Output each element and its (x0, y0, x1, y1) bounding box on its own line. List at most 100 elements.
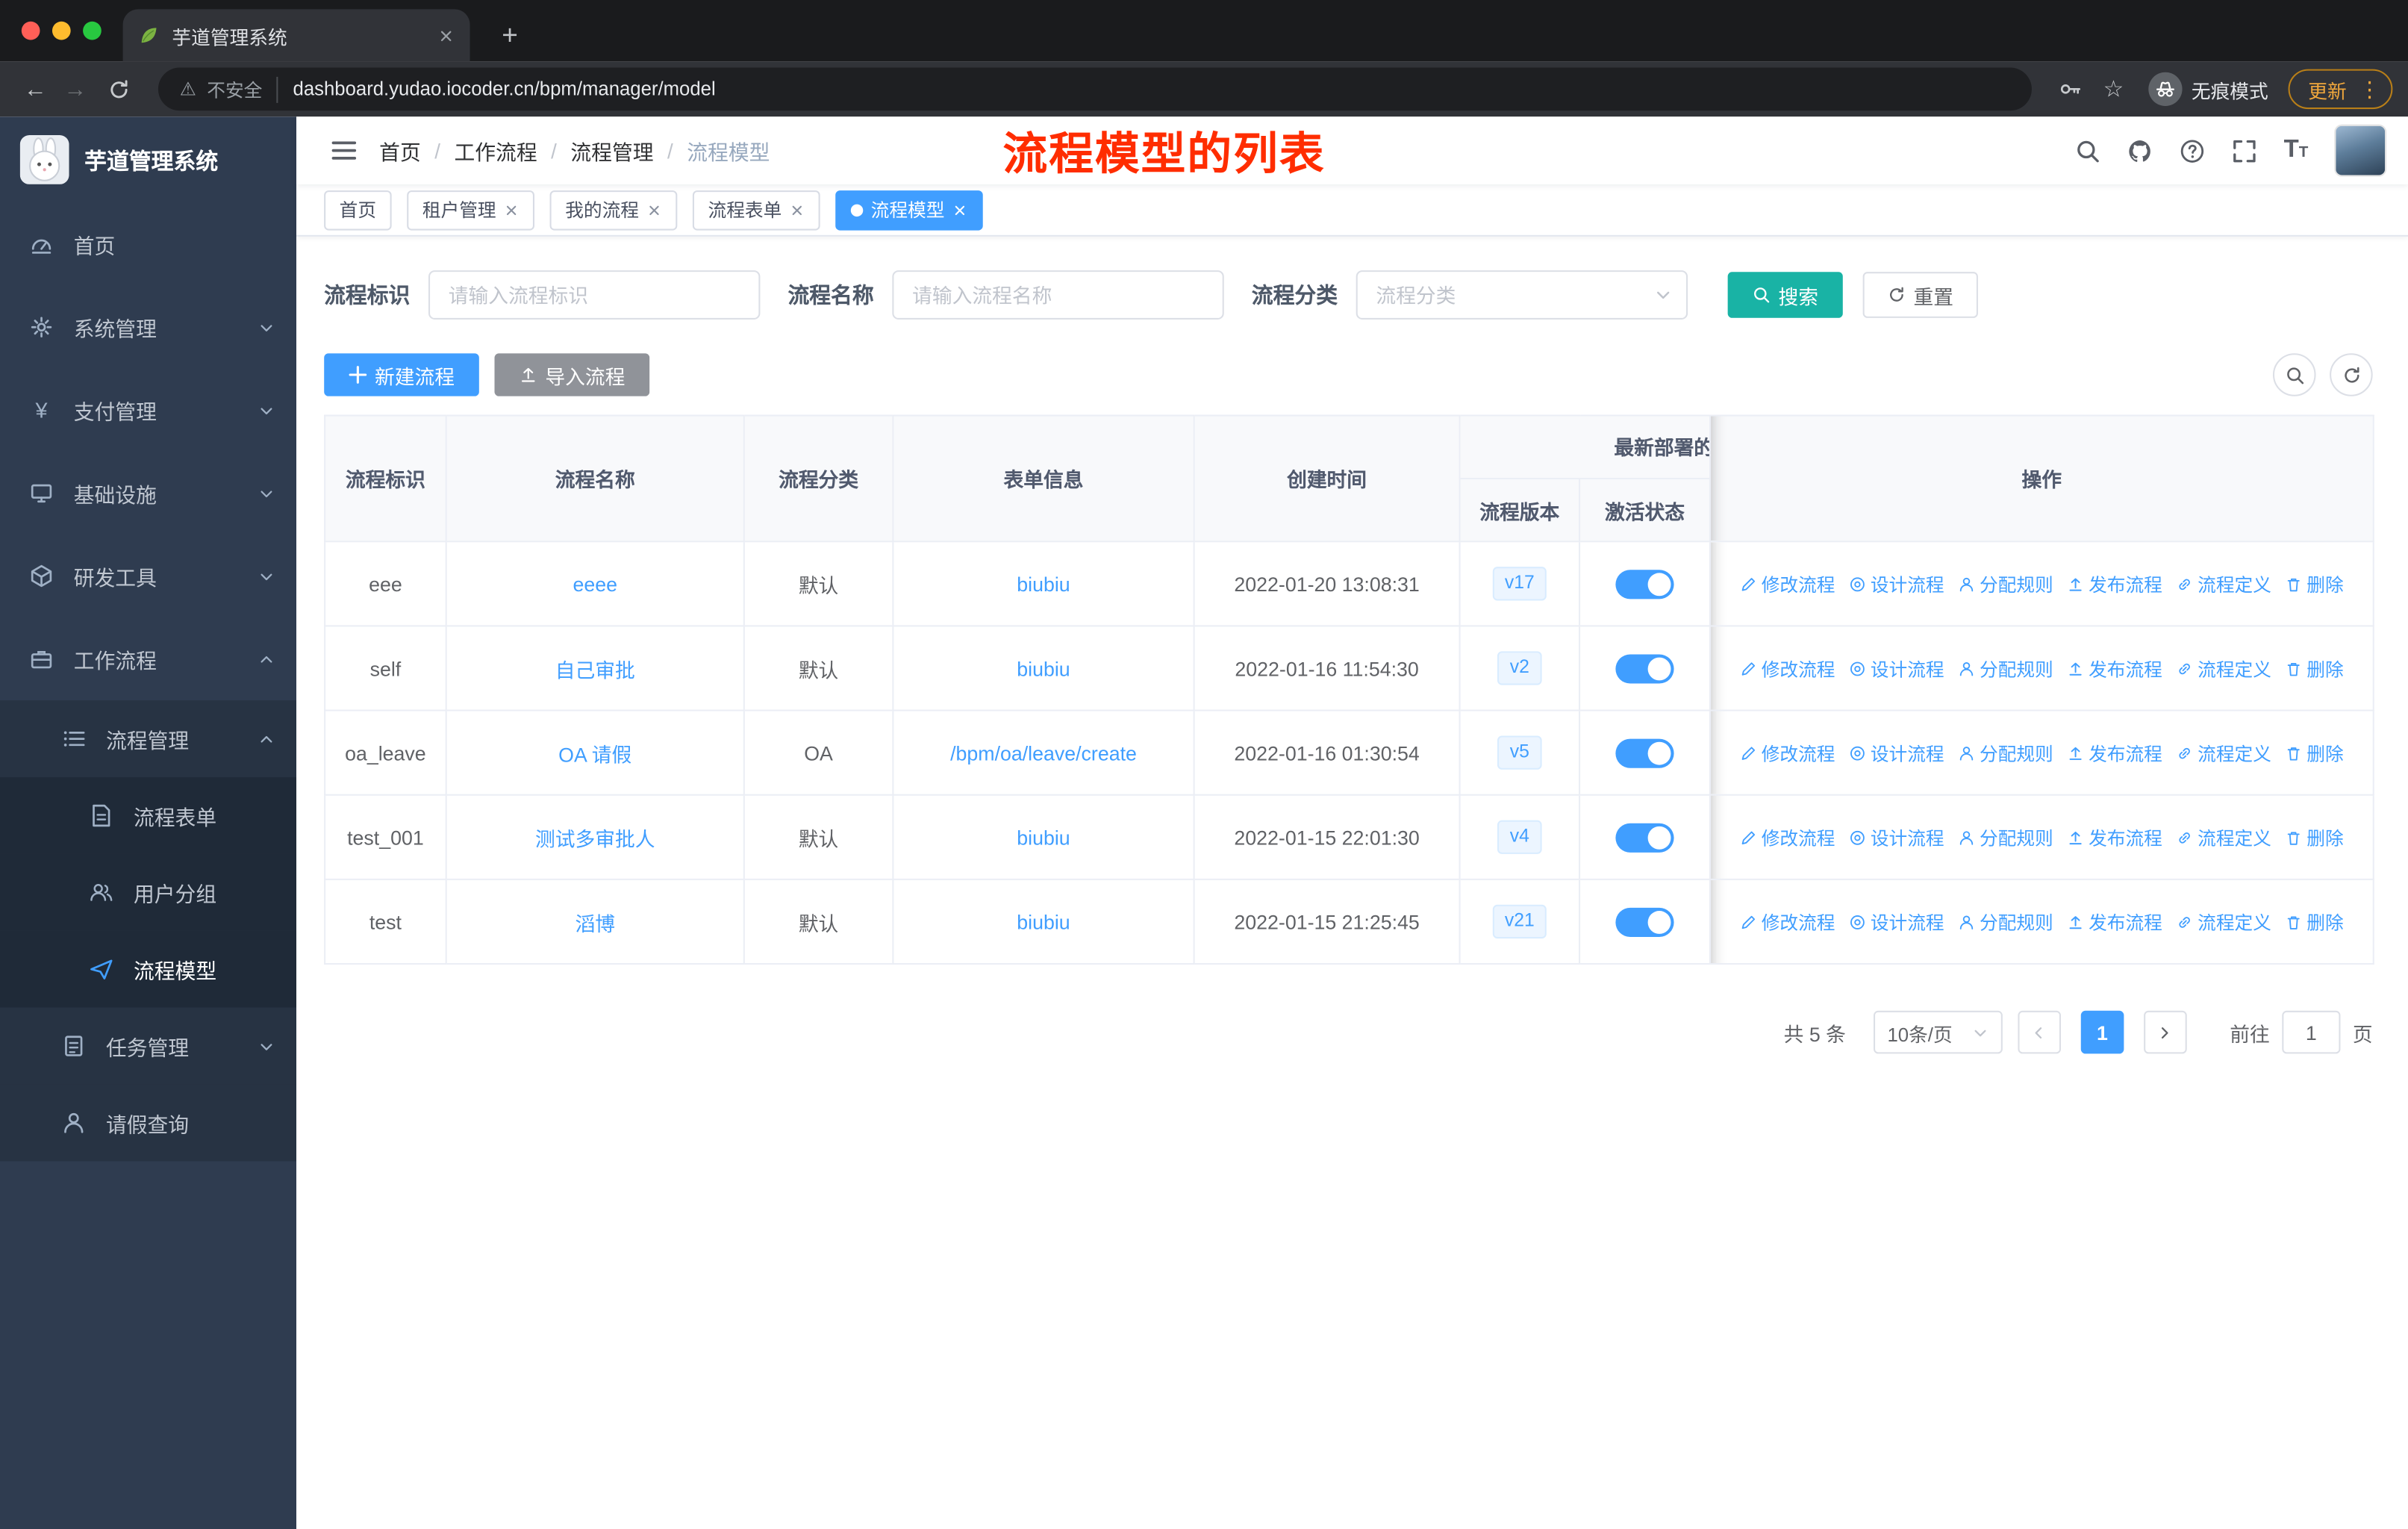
process-definition-link[interactable]: 流程定义 (2176, 740, 2271, 766)
sidebar-item-process-form[interactable]: 流程表单 (0, 777, 297, 854)
tag-home[interactable]: 首页 (324, 190, 392, 230)
process-name-input[interactable] (892, 270, 1224, 320)
sidebar-item-process-management[interactable]: 流程管理 (0, 700, 297, 778)
new-tab-button[interactable]: + (491, 17, 528, 54)
active-toggle[interactable] (1615, 738, 1674, 767)
sidebar-item-infrastructure[interactable]: 基础设施 (0, 452, 296, 535)
form-link[interactable]: /bpm/oa/leave/create (950, 741, 1137, 764)
delete-process-link[interactable]: 删除 (2285, 740, 2344, 766)
create-process-button[interactable]: 新建流程 (324, 353, 479, 396)
breadcrumb-item-home[interactable]: 首页 (379, 135, 421, 166)
bookmark-star-icon[interactable]: ☆ (2103, 75, 2124, 103)
toggle-search-button[interactable] (2272, 353, 2316, 396)
form-link[interactable]: biubiu (1017, 826, 1070, 849)
prev-page-button[interactable] (2018, 1010, 2061, 1054)
window-minimize-button[interactable] (52, 21, 71, 40)
user-avatar[interactable] (2334, 124, 2387, 177)
address-bar[interactable]: ⚠ 不安全 dashboard.yudao.iocoder.cn/bpm/man… (157, 67, 2031, 111)
assign-rule-link[interactable]: 分配规则 (1958, 909, 2053, 935)
current-page-button[interactable]: 1 (2080, 1010, 2124, 1054)
process-id-input[interactable] (428, 270, 761, 320)
publish-process-link[interactable]: 发布流程 (2067, 824, 2162, 850)
forward-button[interactable]: → (55, 76, 95, 102)
window-close-button[interactable] (21, 21, 40, 40)
password-key-icon[interactable] (2057, 77, 2082, 102)
process-name-link[interactable]: 滔博 (575, 912, 615, 935)
publish-process-link[interactable]: 发布流程 (2067, 655, 2162, 681)
design-process-link[interactable]: 设计流程 (1849, 570, 1944, 597)
process-definition-link[interactable]: 流程定义 (2176, 824, 2271, 850)
close-icon[interactable] (646, 202, 662, 218)
design-process-link[interactable]: 设计流程 (1849, 740, 1944, 766)
process-category-select-input[interactable] (1356, 270, 1688, 320)
search-icon[interactable] (2075, 137, 2101, 164)
form-link[interactable]: biubiu (1017, 657, 1070, 680)
assign-rule-link[interactable]: 分配规则 (1958, 655, 2053, 681)
breadcrumb-item-workflow[interactable]: 工作流程 (455, 135, 537, 166)
security-label[interactable]: 不安全 (207, 75, 278, 102)
delete-process-link[interactable]: 删除 (2285, 570, 2344, 597)
process-name-link[interactable]: eeee (573, 572, 617, 595)
tab-close-icon[interactable] (437, 27, 455, 44)
window-zoom-button[interactable] (83, 21, 102, 40)
url-text[interactable]: dashboard.yudao.iocoder.cn/bpm/manager/m… (288, 78, 716, 100)
sidebar-item-leave-query[interactable]: 请假查询 (0, 1084, 297, 1162)
import-process-button[interactable]: 导入流程 (494, 353, 650, 396)
update-button[interactable]: 更新 ⋮ (2288, 69, 2393, 110)
design-process-link[interactable]: 设计流程 (1849, 655, 1944, 681)
process-definition-link[interactable]: 流程定义 (2176, 909, 2271, 935)
sidebar-item-payment-management[interactable]: ¥ 支付管理 (0, 369, 296, 452)
sidebar-item-process-model[interactable]: 流程模型 (0, 930, 297, 1008)
goto-page-input[interactable] (2282, 1010, 2341, 1054)
close-icon[interactable] (790, 202, 805, 218)
page-size-select[interactable]: 10条/页 (1873, 1010, 2003, 1054)
assign-rule-link[interactable]: 分配规则 (1958, 570, 2053, 597)
process-category-select[interactable] (1356, 270, 1688, 320)
help-icon[interactable] (2180, 137, 2206, 164)
process-name-link[interactable]: 自己审批 (555, 658, 635, 682)
browser-menu-icon[interactable]: ⋮ (2359, 76, 2380, 102)
assign-rule-link[interactable]: 分配规则 (1958, 740, 2053, 766)
form-link[interactable]: biubiu (1017, 910, 1070, 933)
sidebar-item-system-management[interactable]: 系统管理 (0, 286, 296, 369)
active-toggle[interactable] (1615, 906, 1674, 936)
reset-button[interactable]: 重置 (1862, 272, 1978, 318)
app-logo[interactable]: 芋道管理系统 (0, 116, 296, 202)
sidebar-item-task-management[interactable]: 任务管理 (0, 1007, 297, 1085)
modify-process-link[interactable]: 修改流程 (1740, 740, 1835, 766)
active-toggle[interactable] (1615, 653, 1674, 683)
publish-process-link[interactable]: 发布流程 (2067, 570, 2162, 597)
active-toggle[interactable] (1615, 822, 1674, 852)
sidebar-item-user-group[interactable]: 用户分组 (0, 853, 297, 931)
back-button[interactable]: ← (16, 76, 55, 102)
process-name-link[interactable]: 测试多审批人 (535, 827, 655, 850)
publish-process-link[interactable]: 发布流程 (2067, 909, 2162, 935)
assign-rule-link[interactable]: 分配规则 (1958, 824, 2053, 850)
close-icon[interactable] (504, 202, 520, 218)
tag-process-form[interactable]: 流程表单 (692, 190, 820, 230)
active-toggle[interactable] (1615, 569, 1674, 599)
modify-process-link[interactable]: 修改流程 (1740, 570, 1835, 597)
modify-process-link[interactable]: 修改流程 (1740, 655, 1835, 681)
publish-process-link[interactable]: 发布流程 (2067, 740, 2162, 766)
reload-button[interactable] (107, 78, 131, 101)
process-definition-link[interactable]: 流程定义 (2176, 570, 2271, 597)
next-page-button[interactable] (2144, 1010, 2187, 1054)
form-link[interactable]: biubiu (1017, 572, 1070, 595)
breadcrumb-item-process-management[interactable]: 流程管理 (570, 135, 653, 166)
delete-process-link[interactable]: 删除 (2285, 824, 2344, 850)
sidebar-item-home[interactable]: 首页 (0, 203, 296, 286)
tag-process-model[interactable]: 流程模型 (835, 190, 983, 230)
github-icon[interactable] (2127, 137, 2153, 164)
tag-tenant-management[interactable]: 租户管理 (407, 190, 535, 230)
delete-process-link[interactable]: 删除 (2285, 655, 2344, 681)
design-process-link[interactable]: 设计流程 (1849, 909, 1944, 935)
close-icon[interactable] (952, 202, 968, 218)
fullscreen-icon[interactable] (2232, 137, 2258, 164)
refresh-table-button[interactable] (2330, 353, 2373, 396)
modify-process-link[interactable]: 修改流程 (1740, 909, 1835, 935)
delete-process-link[interactable]: 删除 (2285, 909, 2344, 935)
process-definition-link[interactable]: 流程定义 (2176, 655, 2271, 681)
search-button[interactable]: 搜索 (1727, 272, 1843, 318)
sidebar-item-dev-tools[interactable]: 研发工具 (0, 535, 296, 617)
